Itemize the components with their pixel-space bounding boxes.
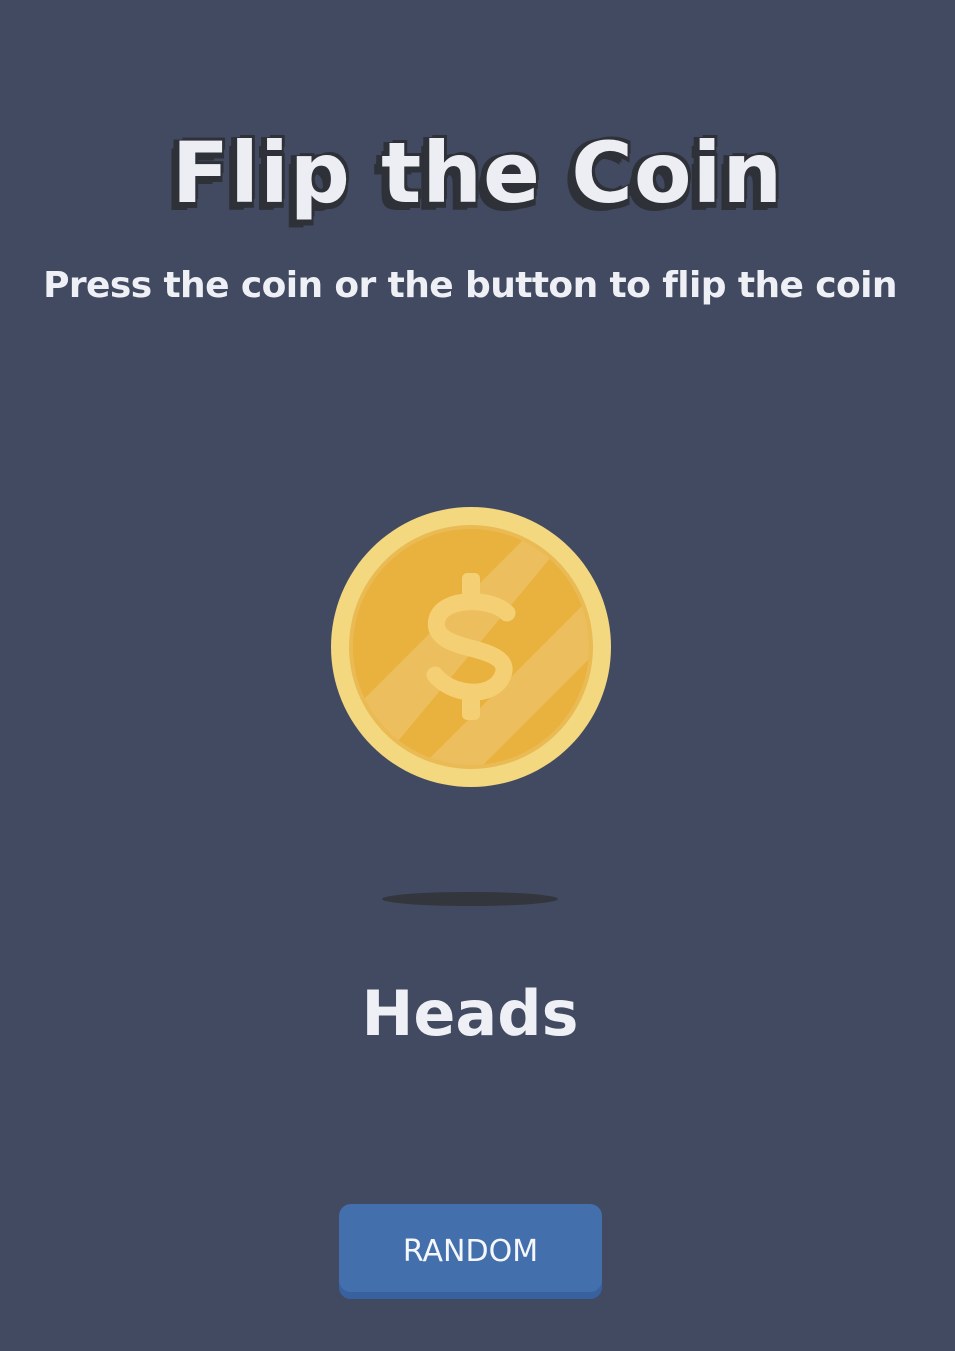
random-button[interactable]: RANDOM <box>339 1204 602 1299</box>
coin-button[interactable] <box>331 507 611 787</box>
coin-shadow <box>382 892 558 906</box>
instruction-text: Press the coin or the button to flip the… <box>43 265 897 306</box>
flip-result: Heads <box>361 977 579 1050</box>
dollar-coin-icon <box>331 507 611 787</box>
page-title: Flip the Coin <box>171 124 784 223</box>
